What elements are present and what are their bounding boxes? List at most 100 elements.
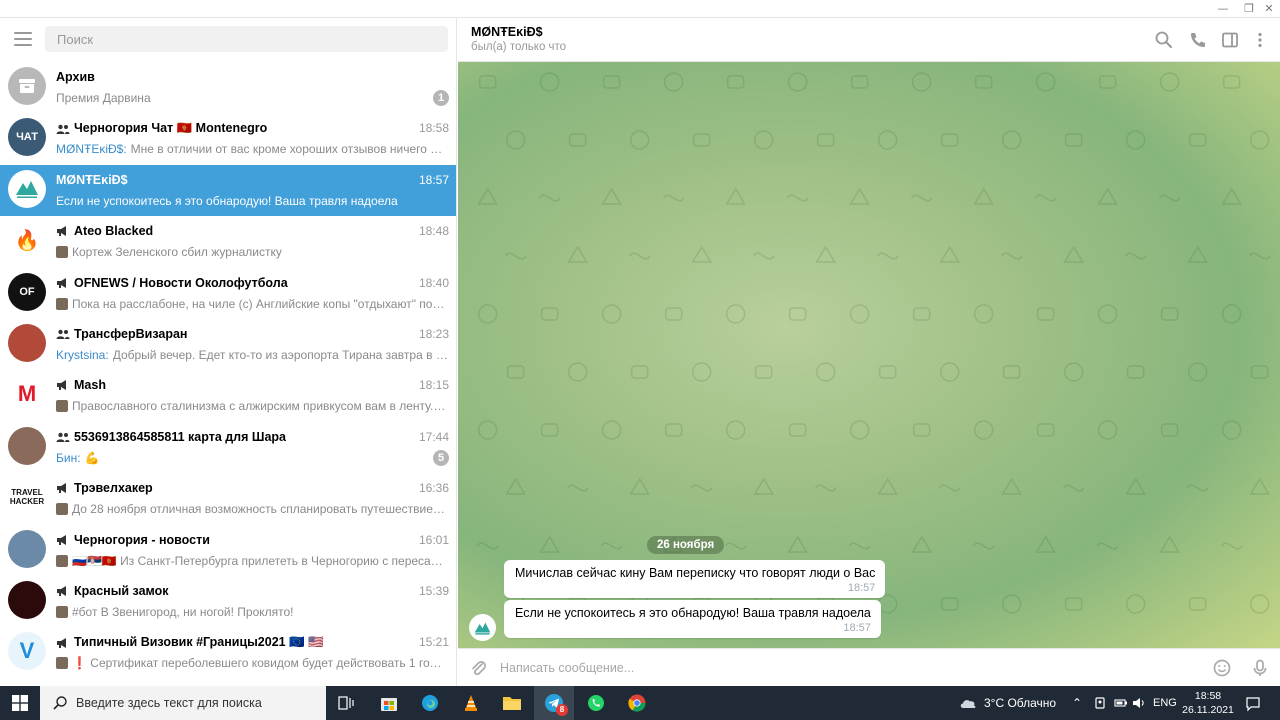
taskbar-search-text: Введите здесь текст для поиска: [76, 696, 262, 710]
message-text: Если не успокоитесь я это обнародую! Ваш…: [515, 606, 871, 620]
peer-name[interactable]: MØNŦEκiĐ$: [471, 25, 543, 39]
chat-preview: 🇷🇺🇷🇸🇲🇪 Из Санкт-Петербурга прилететь в Ч…: [56, 554, 448, 568]
system-clock[interactable]: 18:58 26.11.2021: [1180, 689, 1236, 717]
chat-name: Mash: [56, 378, 396, 392]
taskbar-whatsapp[interactable]: [576, 686, 616, 720]
chat-list-item[interactable]: Черногория - новости 16:01 🇷🇺🇷🇸🇲🇪 Из Санкт…: [0, 525, 456, 576]
message-bubble[interactable]: Мичислав сейчас кину Вам переписку что г…: [504, 560, 886, 598]
chat-name: 5536913864585811 карта для Шара: [56, 430, 396, 444]
task-view-icon: [338, 696, 354, 710]
maximize-button[interactable]: ❐: [1238, 1, 1260, 17]
chat-time: 18:57: [418, 172, 449, 187]
preview-thumbnail: [56, 400, 68, 413]
emoji-icon[interactable]: [1212, 658, 1232, 678]
chat-preview: Премия Дарвина: [56, 91, 448, 105]
chat-list-item[interactable]: V Типичный Визовик #Границы2021 🇪🇺 🇺🇸 15:2…: [0, 627, 456, 678]
search-input[interactable]: [45, 26, 448, 52]
chat-name: ТрансферВизаран: [56, 327, 396, 341]
paperclip-icon[interactable]: [468, 658, 488, 678]
show-hidden-icons-icon[interactable]: ⌃: [1072, 686, 1082, 720]
chat-list-item[interactable]: ЧАТ Черногория Чат 🇲🇪 Montenegro 18:58 MØNŦ…: [0, 113, 456, 164]
edge-icon: [422, 695, 438, 711]
clock-time: 18:58: [1194, 690, 1222, 702]
chat-list-item[interactable]: TRAVEL HACKER Трэвелхакер 16:36 До 28 ноября…: [0, 473, 456, 524]
more-options-icon[interactable]: [1250, 30, 1270, 50]
chat-list-item[interactable]: Красный замок 15:39 #бот В Звенигород, ни …: [0, 576, 456, 627]
battery-icon[interactable]: [1114, 696, 1128, 710]
chat-time: 16:01: [418, 532, 449, 547]
chat-name: Типичный Визовик #Границы2021 🇪🇺 🇺🇸: [56, 635, 396, 650]
group-icon: [56, 432, 70, 442]
chat-list-item[interactable]: OF OFNEWS / Новости Околофутбола 18:40 Пока…: [0, 268, 456, 319]
taskbar-edge[interactable]: [410, 686, 450, 720]
preview-text: Премия Дарвина: [56, 91, 151, 105]
chat-preview: Пока на расслабоне, на чиле (с) Английск…: [56, 297, 448, 311]
preview-thumbnail: [56, 605, 68, 618]
message-input[interactable]: [500, 658, 1180, 678]
conversation-header: MØNŦEκiĐ$ был(а) только что: [458, 18, 1280, 62]
chat-list-item[interactable]: Архив Премия Дарвина 1: [0, 62, 456, 113]
minimize-button[interactable]: —: [1212, 1, 1234, 17]
preview-sender: Бин:: [56, 450, 81, 465]
start-button[interactable]: [0, 686, 40, 720]
chat-name-text: Типичный Визовик #Границы2021 🇪🇺 🇺🇸: [74, 635, 324, 650]
clock-date: 26.11.2021: [1182, 704, 1234, 716]
group-icon: [56, 124, 70, 134]
chat-avatar: [8, 426, 46, 465]
chat-name: OFNEWS / Новости Околофутбола: [56, 276, 396, 290]
taskbar-file-explorer[interactable]: [492, 686, 532, 720]
task-view-button[interactable]: [326, 686, 366, 720]
montekids-logo-icon: [16, 180, 38, 198]
preview-sender: MØNŦEκiĐ$:: [56, 142, 127, 157]
sender-avatar[interactable]: [469, 614, 496, 641]
close-button[interactable]: ✕: [1258, 1, 1280, 17]
input-language[interactable]: ENG: [1153, 686, 1177, 720]
message-bubble[interactable]: Если не успокоитесь я это обнародую! Ваш…: [504, 600, 881, 638]
chat-name-text: Трэвелхакер: [74, 481, 153, 496]
taskbar-search-box[interactable]: Введите здесь текст для поиска: [40, 686, 326, 720]
taskbar-app-store[interactable]: [369, 686, 409, 720]
weather-cloud-icon: [960, 700, 976, 708]
meet-now-icon[interactable]: [1093, 696, 1107, 710]
chat-preview: Krystsina: Добрый вечер. Едет кто-то из а…: [56, 348, 448, 362]
chat-avatar: M: [8, 375, 46, 414]
microphone-icon[interactable]: [1250, 658, 1270, 678]
taskbar-vlc[interactable]: [451, 686, 491, 720]
chat-name-text: Архив: [56, 70, 95, 84]
chat-list-item[interactable]: MØNŦEκiĐ$ 18:57 Если не успокоитесь я это …: [0, 164, 456, 217]
chat-time: 15:39: [418, 583, 449, 598]
weather-text[interactable]: 3°C Облачно: [984, 686, 1056, 720]
search-icon[interactable]: [1154, 30, 1174, 50]
message-time: 18:57: [847, 582, 876, 594]
volume-icon[interactable]: [1132, 696, 1146, 710]
chat-preview: ❗ Сертификат переболевшего ковидом будет…: [56, 656, 448, 670]
chat-list-item[interactable]: 5536913864585811 карта для Шара 17:44 Бин:…: [0, 422, 456, 473]
whatsapp-icon: [588, 695, 604, 711]
preview-text: #бот В Звенигород, ни ногой! Проклято!: [72, 604, 294, 619]
chat-name-text: Красный замок: [74, 583, 169, 598]
unread-badge: 5: [433, 449, 449, 466]
chat-list-item[interactable]: M Mash 18:15 Православного сталинизма с алж…: [0, 370, 456, 421]
notifications-icon[interactable]: [1245, 696, 1261, 712]
hamburger-menu-icon[interactable]: [14, 32, 32, 46]
chat-name-text: Ateo Blacked: [74, 224, 154, 239]
chat-avatar: ЧАТ: [8, 118, 46, 157]
vlc-icon: [465, 695, 477, 711]
phone-icon[interactable]: [1188, 30, 1208, 50]
chat-name-text: 5536913864585811 карта для Шара: [74, 429, 286, 444]
conversation-panel: MØNŦEκiĐ$ был(а) только что 26 ноября Ми…: [458, 18, 1280, 686]
preview-thumbnail: [56, 554, 68, 567]
chat-list-item[interactable]: 🔥 Ateo Blacked 18:48 Кортеж Зеленского сбил…: [0, 216, 456, 267]
group-icon: [56, 329, 70, 339]
preview-thumbnail: [56, 297, 68, 310]
store-icon: [381, 698, 397, 711]
taskbar-chrome[interactable]: [617, 686, 657, 720]
chat-time: 16:36: [418, 481, 449, 496]
taskbar-telegram[interactable]: 8: [534, 686, 574, 720]
chat-list-item[interactable]: ТрансферВизаран 18:23 Krystsina: Добрый веч…: [0, 319, 456, 370]
title-bar: — ❐ ✕: [0, 0, 1280, 18]
chat-name-text: Черногория - новости: [74, 532, 210, 547]
windows-taskbar: Введите здесь текст для поиска 8 3°C Обл…: [0, 686, 1280, 720]
chat-preview: Православного сталинизма с алжирским при…: [56, 399, 448, 413]
sidebar-toggle-icon[interactable]: [1220, 30, 1240, 50]
